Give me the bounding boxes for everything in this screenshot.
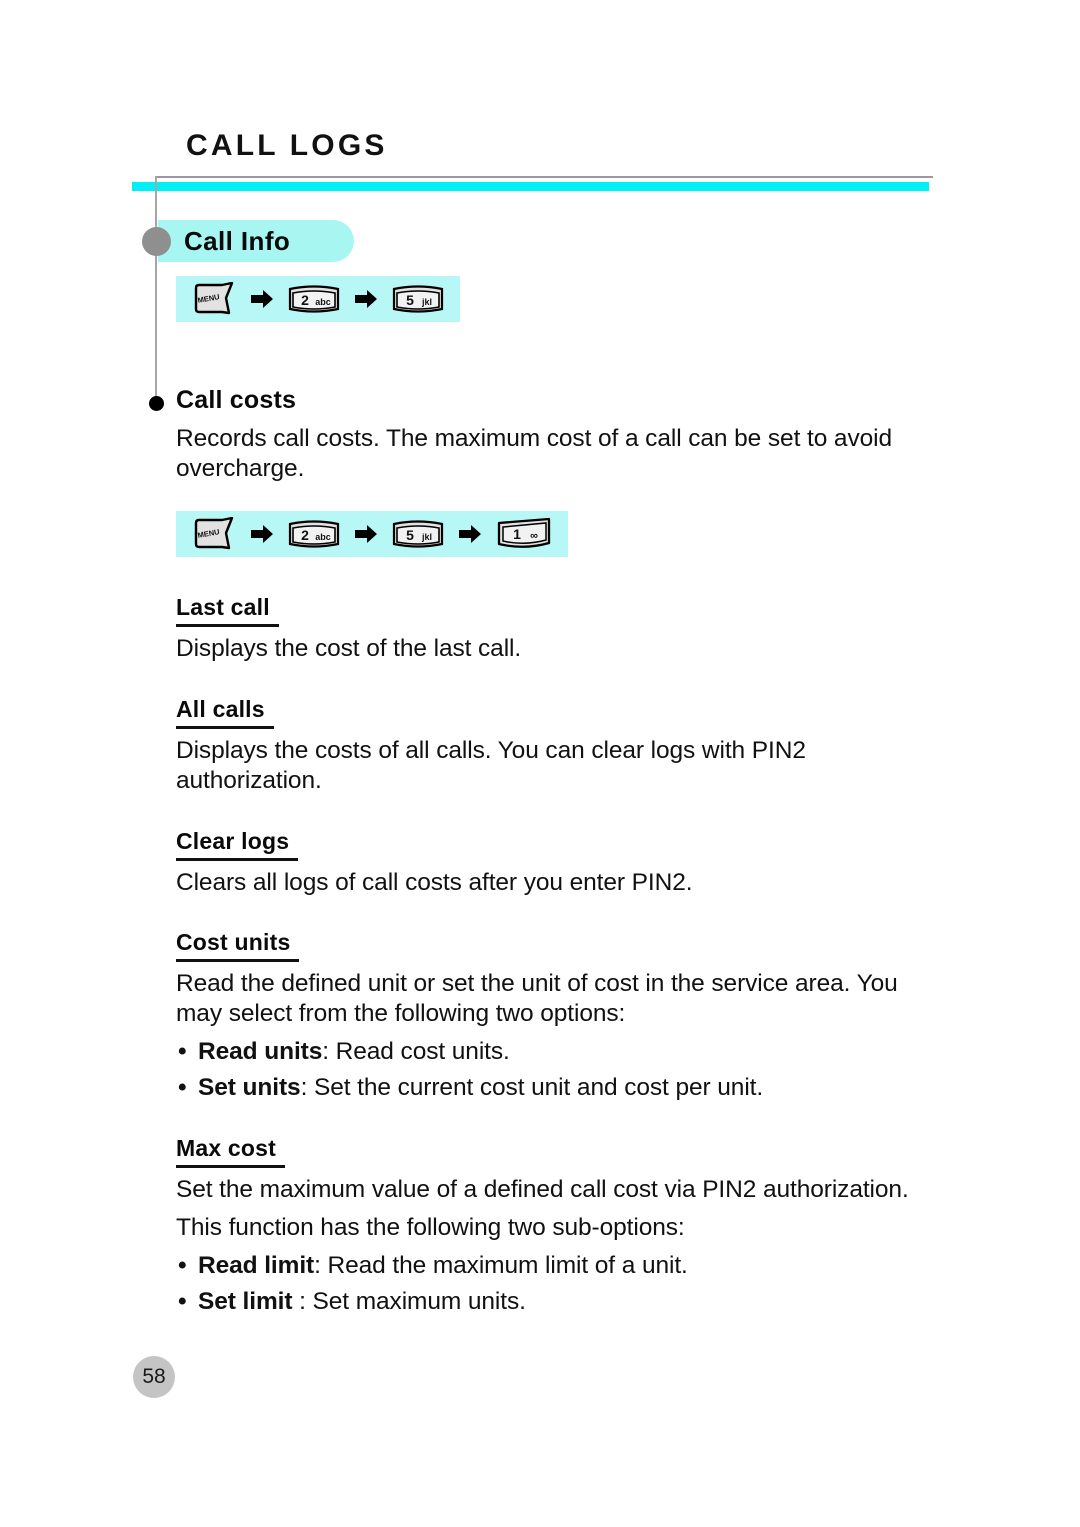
option-item: • Set units: Set the current cost unit an… bbox=[176, 1073, 911, 1103]
option-term: Read limit bbox=[198, 1252, 315, 1279]
subsection-heading: Cost units bbox=[176, 929, 300, 962]
header-rule-accent bbox=[132, 182, 929, 191]
feature-description: Records call costs. The maximum cost of … bbox=[176, 424, 911, 484]
subsection-clear-logs: Clear logs Clears all logs of call costs… bbox=[176, 828, 911, 898]
svg-text:jkl: jkl bbox=[421, 532, 432, 542]
option-term: Set limit bbox=[198, 1288, 300, 1315]
bullet-dot-icon: • bbox=[178, 1252, 187, 1279]
feature-heading: Call costs bbox=[176, 386, 297, 414]
arrow-right-icon bbox=[250, 289, 274, 309]
svg-text:∞: ∞ bbox=[530, 530, 538, 542]
option-description: : Read cost units. bbox=[322, 1038, 510, 1065]
header-rule-gray bbox=[155, 176, 933, 178]
option-description: : Set maximum units. bbox=[299, 1288, 526, 1315]
svg-text:5: 5 bbox=[406, 292, 414, 308]
page-number-badge: 58 bbox=[133, 1356, 175, 1398]
option-item: • Read units: Read cost units. bbox=[176, 1037, 911, 1067]
subsection-heading: All calls bbox=[176, 696, 274, 729]
subsection-paragraph: This function has the following two sub-… bbox=[176, 1214, 685, 1241]
option-item: • Read limit: Read the maximum limit of a… bbox=[176, 1251, 911, 1281]
svg-text:2: 2 bbox=[301, 527, 309, 543]
option-description: : Set the current cost unit and cost per… bbox=[300, 1074, 764, 1101]
bullet-dot-icon: • bbox=[178, 1288, 187, 1315]
manual-page: CALL LOGS Call Info MENU 2 abc 5 jkl Cal… bbox=[0, 0, 1080, 1527]
arrow-right-icon bbox=[354, 289, 378, 309]
svg-text:abc: abc bbox=[315, 532, 331, 542]
subsection-last-call: Last call Displays the cost of the last … bbox=[176, 594, 911, 664]
bullet-dot-icon: • bbox=[178, 1038, 187, 1065]
subsection-heading: Clear logs bbox=[176, 828, 299, 861]
option-term: Read units bbox=[198, 1038, 323, 1065]
subsection-heading: Max cost bbox=[176, 1135, 286, 1168]
chapter-title: CALL LOGS bbox=[186, 129, 388, 162]
option-description: : Read the maximum limit of a unit. bbox=[314, 1252, 688, 1279]
key-sequence-call-info: MENU 2 abc 5 jkl bbox=[176, 276, 460, 322]
arrow-right-icon bbox=[458, 524, 482, 544]
option-item: • Set limit : Set maximum units. bbox=[176, 1287, 911, 1317]
section-spine-line bbox=[155, 176, 157, 404]
arrow-right-icon bbox=[354, 524, 378, 544]
spine-node-icon bbox=[142, 227, 171, 256]
arrow-right-icon bbox=[250, 524, 274, 544]
key-5jkl-icon: 5 jkl bbox=[392, 519, 444, 549]
svg-text:jkl: jkl bbox=[421, 297, 432, 307]
subsection-paragraph: Clears all logs of call costs after you … bbox=[176, 869, 693, 896]
key-sequence-call-costs: MENU 2 abc 5 jkl 1 ∞ bbox=[176, 511, 568, 557]
feature-bullet-icon bbox=[149, 396, 164, 411]
bullet-dot-icon: • bbox=[178, 1074, 187, 1101]
subsection-all-calls: All calls Displays the costs of all call… bbox=[176, 696, 911, 796]
feature-description-text: Records call costs. The maximum cost of … bbox=[176, 425, 893, 482]
key-2abc-icon: 2 abc bbox=[288, 519, 340, 549]
option-term: Set units bbox=[198, 1074, 301, 1101]
page-number-label: 58 bbox=[142, 1365, 166, 1388]
subsection-paragraph: Set the maximum value of a defined call … bbox=[176, 1176, 909, 1203]
svg-text:1: 1 bbox=[513, 526, 521, 542]
key-menu-icon: MENU bbox=[192, 517, 236, 551]
key-2abc-icon: 2 abc bbox=[288, 284, 340, 314]
subsection-paragraph: Displays the costs of all calls. You can… bbox=[176, 737, 806, 794]
svg-text:abc: abc bbox=[315, 297, 331, 307]
section-pill-label: Call Info bbox=[184, 225, 291, 256]
subsection-heading: Last call bbox=[176, 594, 279, 627]
key-menu-icon: MENU bbox=[192, 282, 236, 316]
subsection-paragraph: Displays the cost of the last call. bbox=[176, 635, 522, 662]
svg-text:5: 5 bbox=[406, 527, 414, 543]
key-5jkl-icon: 5 jkl bbox=[392, 284, 444, 314]
svg-text:2: 2 bbox=[301, 292, 309, 308]
subsection-paragraph: Read the defined unit or set the unit of… bbox=[176, 970, 898, 1027]
subsection-max-cost: Max cost Set the maximum value of a defi… bbox=[176, 1135, 911, 1317]
section-pill: Call Info bbox=[158, 220, 354, 262]
key-1-voicemail-icon: 1 ∞ bbox=[496, 517, 552, 551]
subsection-cost-units: Cost units Read the defined unit or set … bbox=[176, 929, 911, 1103]
